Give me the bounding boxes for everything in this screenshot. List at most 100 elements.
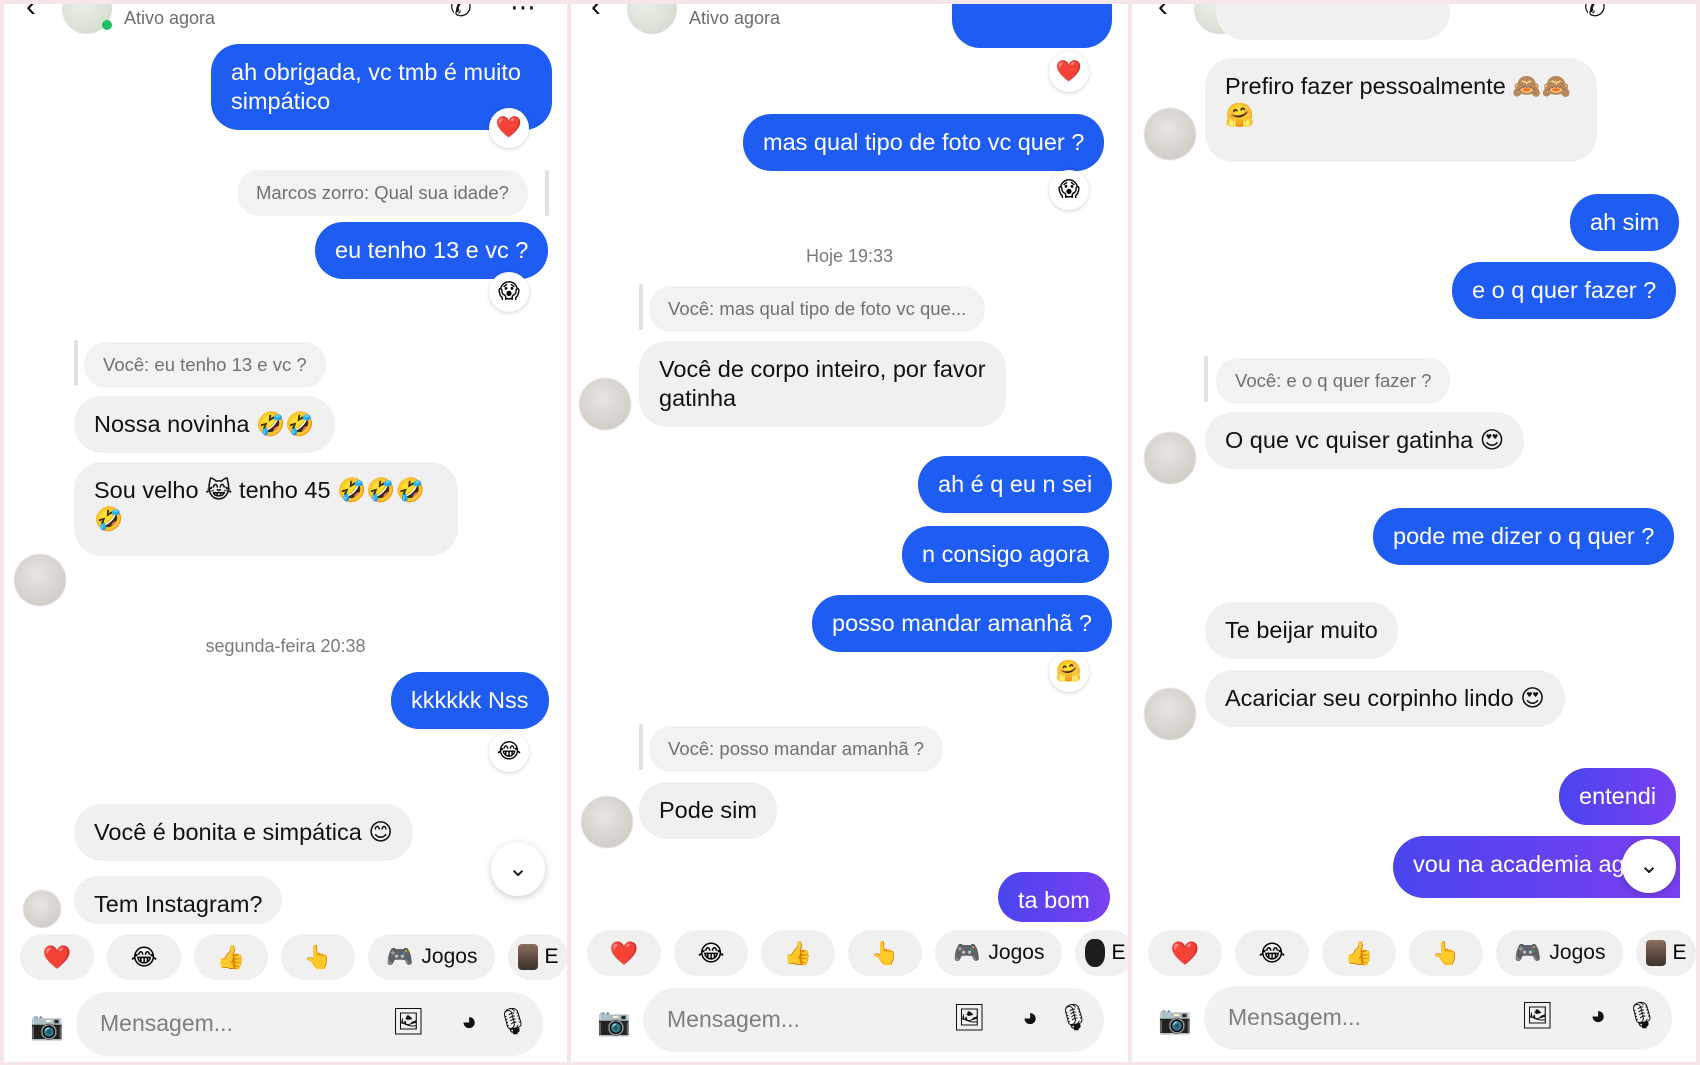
- phone-call-icon[interactable]: ✆: [1584, 4, 1606, 23]
- quick-reaction-point-up[interactable]: 👆: [848, 930, 922, 976]
- message-sent[interactable]: kkkkkk Nss: [391, 672, 549, 729]
- scroll-down-button[interactable]: ⌄: [1622, 839, 1676, 893]
- message-sent[interactable]: n consigo agora: [902, 526, 1110, 583]
- chat-panel-2: ‹ Ativo agora ✆ ❤️ mas qual tipo de foto…: [571, 4, 1128, 1062]
- gallery-icon[interactable]: 🖼: [392, 1006, 425, 1037]
- effect-thumbnail: [518, 944, 539, 970]
- message-received[interactable]: Você de corpo inteiro, por favor gatinha: [639, 341, 1006, 427]
- quick-reaction-heart[interactable]: ❤️: [1148, 930, 1222, 976]
- online-indicator: [102, 20, 112, 30]
- chat-panel-1: ‹ Ativo agora ✆ ⋯ ah obrigada, vc tmb é …: [4, 4, 567, 1062]
- gallery-icon[interactable]: 🖼: [953, 1002, 986, 1033]
- back-arrow-icon[interactable]: ‹: [26, 4, 36, 24]
- gamepad-icon: 🎮: [386, 944, 414, 969]
- sticker-icon[interactable]: ◕: [1022, 1002, 1038, 1033]
- reply-quote[interactable]: Marcos zorro: Qual sua idade?: [237, 170, 528, 216]
- games-button[interactable]: 🎮 Jogos: [1496, 930, 1624, 976]
- message-received[interactable]: O que vc quiser gatinha 😍: [1205, 412, 1525, 469]
- contact-avatar[interactable]: [627, 4, 677, 34]
- quick-reaction-heart[interactable]: ❤️: [20, 934, 94, 980]
- quick-reaction-heart[interactable]: ❤️: [587, 930, 661, 976]
- reaction-blush[interactable]: 🤗: [1049, 652, 1089, 692]
- timestamp: segunda-feira 20:38: [205, 636, 366, 656]
- games-button[interactable]: 🎮 Jogos: [368, 934, 496, 980]
- message-sent[interactable]: pode me dizer o q quer ?: [1373, 508, 1675, 565]
- composer: 📷 Mensagem... 🖼 ◕ 🎙: [4, 992, 567, 1062]
- quick-reaction-thumbs-up[interactable]: 👍: [1322, 930, 1396, 976]
- microphone-icon[interactable]: 🎙: [496, 1006, 529, 1037]
- reaction-heart[interactable]: ❤️: [489, 108, 529, 148]
- effect-chip[interactable]: E: [508, 934, 567, 980]
- phone-call-icon[interactable]: ✆: [450, 4, 472, 23]
- quick-reaction-laugh[interactable]: 😂: [674, 930, 748, 976]
- effect-thumbnail: [1646, 940, 1667, 966]
- message-received[interactable]: Te beijar muito: [1205, 602, 1398, 659]
- message-received[interactable]: Você é bonita e simpática 😊: [74, 804, 413, 861]
- sender-avatar[interactable]: [581, 796, 633, 848]
- message-input[interactable]: Mensagem... 🖼 ◕ 🎙: [76, 992, 543, 1056]
- games-button[interactable]: 🎮 Jogos: [935, 930, 1063, 976]
- message-sent[interactable]: eu tenho 13 e vc ?: [315, 222, 549, 279]
- sender-avatar[interactable]: [1144, 108, 1196, 160]
- quote-bar: [545, 170, 549, 216]
- message-sent[interactable]: ah sim: [1570, 194, 1680, 251]
- effect-chip[interactable]: E: [1636, 930, 1696, 976]
- message-sent[interactable]: mas qual tipo de foto vc quer ?: [743, 114, 1105, 171]
- composer: 📷 Mensagem... 🖼 ◕ 🎙: [571, 988, 1128, 1062]
- quick-reaction-thumbs-up[interactable]: 👍: [761, 930, 835, 976]
- message-sent[interactable]: entendi: [1559, 768, 1677, 825]
- sender-avatar[interactable]: [1144, 432, 1196, 484]
- quote-bar: [74, 340, 78, 386]
- more-options-icon[interactable]: ⋯: [510, 4, 536, 23]
- camera-icon[interactable]: 📷: [22, 1001, 72, 1051]
- back-arrow-icon[interactable]: ‹: [1158, 4, 1168, 24]
- reply-quote[interactable]: Você: posso mandar amanhã ?: [649, 726, 944, 772]
- reaction-heart[interactable]: ❤️: [1049, 52, 1089, 92]
- message-sent-cut[interactable]: [952, 4, 1112, 48]
- microphone-icon[interactable]: 🎙: [1625, 1000, 1658, 1031]
- quote-bar: [639, 724, 643, 770]
- message-received[interactable]: Prefiro fazer pessoalmente 🙈🙈 🤗: [1205, 58, 1597, 162]
- reply-quote[interactable]: Você: e o q quer fazer ?: [1216, 358, 1451, 404]
- message-sent[interactable]: ah é q eu n sei: [918, 456, 1113, 513]
- sticker-icon[interactable]: ◕: [461, 1006, 477, 1037]
- message-received-cut[interactable]: [1216, 4, 1450, 40]
- gamepad-icon: 🎮: [953, 940, 981, 965]
- gamepad-icon: 🎮: [1514, 940, 1542, 965]
- message-input[interactable]: Mensagem... 🖼 ◕ 🎙: [643, 988, 1104, 1052]
- mask-effect-icon: [1085, 939, 1106, 967]
- reaction-scream[interactable]: 😱: [489, 272, 529, 312]
- gallery-icon[interactable]: 🖼: [1521, 1000, 1554, 1031]
- message-sent[interactable]: e o q quer fazer ?: [1452, 262, 1677, 319]
- message-input[interactable]: Mensagem... 🖼 ◕ 🎙: [1204, 986, 1672, 1050]
- message-received[interactable]: Tem Instagram?: [74, 876, 283, 924]
- quick-reactions-row: ❤️ 😂 👍 👆 🎮 Jogos E: [587, 930, 1128, 976]
- effect-chip[interactable]: E: [1075, 930, 1128, 976]
- message-sent[interactable]: ta bom: [998, 872, 1110, 922]
- message-received[interactable]: Nossa novinha 🤣🤣: [74, 396, 335, 453]
- message-sent[interactable]: posso mandar amanhã ?: [812, 595, 1112, 652]
- quick-reaction-point-up[interactable]: 👆: [281, 934, 355, 980]
- quick-reaction-laugh[interactable]: 😂: [107, 934, 181, 980]
- reaction-laugh[interactable]: 😂: [489, 732, 529, 772]
- camera-icon[interactable]: 📷: [1150, 995, 1200, 1045]
- sender-avatar[interactable]: [23, 890, 61, 928]
- sender-avatar[interactable]: [14, 554, 66, 606]
- message-received[interactable]: Acariciar seu corpinho lindo 😍: [1205, 670, 1565, 727]
- microphone-icon[interactable]: 🎙: [1057, 1002, 1090, 1033]
- sender-avatar[interactable]: [1144, 688, 1196, 740]
- quick-reaction-laugh[interactable]: 😂: [1235, 930, 1309, 976]
- camera-icon[interactable]: 📷: [589, 997, 639, 1047]
- reaction-scream[interactable]: 😱: [1049, 170, 1089, 210]
- reply-quote[interactable]: Você: mas qual tipo de foto vc que...: [649, 286, 986, 332]
- scroll-down-button[interactable]: ⌄: [491, 842, 545, 896]
- reply-quote[interactable]: Você: eu tenho 13 e vc ?: [84, 342, 326, 388]
- sticker-icon[interactable]: ◕: [1590, 1000, 1606, 1031]
- message-received[interactable]: Sou velho 😹 tenho 45 🤣🤣🤣 🤣: [74, 462, 458, 556]
- back-arrow-icon[interactable]: ‹: [591, 4, 601, 24]
- quick-reaction-point-up[interactable]: 👆: [1409, 930, 1483, 976]
- message-received[interactable]: Pode sim: [639, 782, 777, 839]
- timestamp: Hoje 19:33: [805, 246, 894, 266]
- quick-reaction-thumbs-up[interactable]: 👍: [194, 934, 268, 980]
- sender-avatar[interactable]: [579, 378, 631, 430]
